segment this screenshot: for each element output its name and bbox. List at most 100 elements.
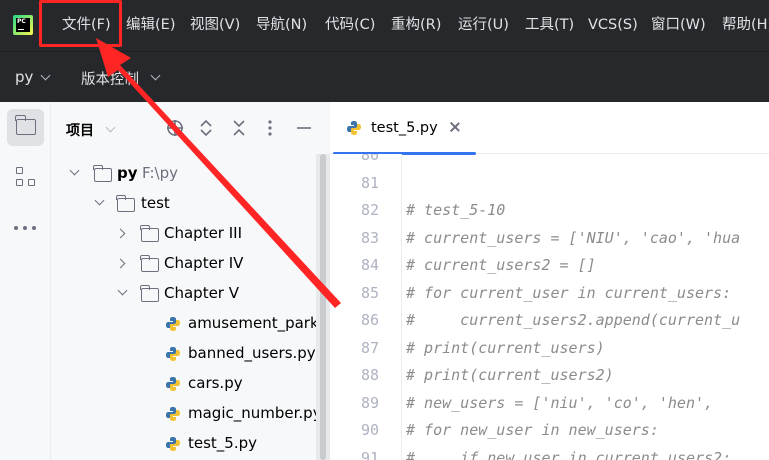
chevron-down-icon[interactable] — [150, 70, 161, 81]
tree-row-folder[interactable]: test — [51, 189, 330, 219]
editor-tab[interactable]: test_5.py — [330, 102, 477, 155]
editor-tab-bar: test_5.py — [330, 102, 769, 155]
menu-navigate[interactable]: 导航(N) — [256, 14, 307, 36]
tree-row-root[interactable]: py F:\py — [51, 159, 330, 189]
chevron-right-icon[interactable] — [115, 228, 126, 239]
tree-row-file[interactable]: cars.py — [51, 369, 330, 399]
line-number: 89 — [360, 394, 379, 412]
pycharm-logo-icon[interactable]: PC — [13, 15, 33, 35]
tree-label: amusement_park.py — [188, 314, 330, 332]
code-line: # for new_user in new_users: — [406, 421, 659, 439]
python-file-icon — [166, 407, 180, 421]
project-tool-button[interactable] — [7, 109, 44, 146]
scrollbar-thumb[interactable] — [320, 154, 326, 460]
tree-row-file[interactable]: test_5.py — [51, 429, 330, 459]
project-bar: py 版本控制 — [0, 51, 769, 102]
more-icon — [14, 226, 18, 230]
collapse-all-icon[interactable] — [230, 119, 248, 137]
chevron-down-icon[interactable] — [40, 70, 51, 81]
close-icon[interactable] — [450, 122, 460, 132]
vcs-widget[interactable]: 版本控制 — [81, 68, 139, 89]
tree-label: test — [141, 194, 170, 212]
line-number-gutter: 80 81 82 83 84 85 86 87 88 89 90 91 — [330, 154, 402, 460]
python-file-icon — [166, 437, 180, 451]
tree-row-file[interactable]: amusement_park.py — [51, 309, 330, 339]
hide-icon[interactable] — [295, 119, 313, 137]
python-file-icon — [166, 347, 180, 361]
line-number: 87 — [360, 339, 379, 357]
chevron-down-icon[interactable] — [105, 122, 116, 133]
menu-tools[interactable]: 工具(T) — [525, 14, 574, 36]
options-icon[interactable] — [261, 119, 279, 137]
tree-label: cars.py — [188, 374, 243, 392]
structure-icon-part — [16, 179, 23, 186]
chevron-down-icon[interactable] — [117, 285, 128, 296]
menu-code[interactable]: 代码(C) — [325, 14, 375, 36]
annotation-highlight-box — [39, 0, 122, 47]
line-number: 81 — [360, 174, 379, 192]
tree-label: test_5.py — [188, 434, 258, 452]
tree-label: py — [117, 164, 138, 182]
menu-view[interactable]: 视图(V) — [190, 14, 240, 36]
more-icon-dot — [32, 226, 36, 230]
tree-path-hint: F:\py — [142, 164, 178, 182]
code-line: # for current_user in current_users: — [406, 284, 732, 302]
tree-row-folder[interactable]: Chapter III — [51, 219, 330, 249]
project-panel: 项目 py F:\py test Chapter III Chapter IV … — [51, 102, 330, 460]
menu-run[interactable]: 运行(U) — [458, 14, 509, 36]
code-line: # current_users2.append(current_u — [406, 311, 741, 329]
structure-icon — [16, 167, 23, 174]
code-line: # current_users2 = [] — [406, 256, 596, 274]
line-number: 80 — [360, 154, 379, 164]
tree-row-file[interactable]: banned_users.py — [51, 339, 330, 369]
menu-help[interactable]: 帮助(H) — [722, 14, 769, 36]
menu-refactor[interactable]: 重构(R) — [391, 14, 441, 36]
ide-window: PC 文件(F) 编辑(E) 视图(V) 导航(N) 代码(C) 重构(R) 运… — [0, 0, 769, 460]
code-line: # new_users = ['niu', 'co', 'hen', — [406, 394, 714, 412]
code-line: # print(current_users) — [406, 339, 605, 357]
line-number: 86 — [360, 311, 379, 329]
folder-icon — [140, 255, 159, 272]
python-file-icon — [347, 121, 361, 135]
chevron-down-icon[interactable] — [69, 165, 80, 176]
tree-row-folder[interactable]: Chapter V — [51, 279, 330, 309]
code-line: # current_users = ['NIU', 'cao', 'hua — [406, 229, 741, 247]
line-number: 91 — [360, 449, 379, 460]
line-number: 90 — [360, 421, 379, 439]
code-editor[interactable]: # test_5-10 # current_users = ['NIU', 'c… — [404, 154, 769, 460]
tree-label: Chapter III — [164, 224, 243, 242]
more-icon-dot — [23, 226, 27, 230]
more-tools-button[interactable] — [7, 209, 44, 246]
tree-label: banned_users.py — [188, 344, 316, 362]
code-line: # test_5-10 — [406, 201, 506, 219]
menu-vcs[interactable]: VCS(S) — [588, 14, 638, 36]
line-number: 85 — [360, 284, 379, 302]
python-file-icon — [166, 377, 180, 391]
structure-tool-button[interactable] — [7, 159, 44, 196]
line-number: 84 — [360, 256, 379, 274]
tree-row-file[interactable]: magic_number.py — [51, 399, 330, 429]
chevron-right-icon[interactable] — [115, 258, 126, 269]
menu-window[interactable]: 窗口(W) — [651, 14, 706, 36]
panel-title[interactable]: 项目 — [66, 120, 94, 140]
project-switcher[interactable]: py — [15, 68, 33, 86]
folder-icon — [140, 285, 159, 302]
chevron-down-icon[interactable] — [94, 195, 105, 206]
menu-edit[interactable]: 编辑(E) — [126, 14, 175, 36]
folder-icon — [116, 195, 135, 212]
tree-label: Chapter V — [164, 284, 239, 302]
panel-scrollbar[interactable] — [316, 154, 330, 460]
tree-row-folder[interactable]: Chapter IV — [51, 249, 330, 279]
editor-area: test_5.py 80 81 82 83 84 85 86 87 88 89 … — [330, 102, 769, 460]
tree-label: magic_number.py — [188, 404, 322, 422]
line-number: 88 — [360, 366, 379, 384]
tool-window-strip — [0, 102, 51, 460]
python-file-icon — [166, 317, 180, 331]
expand-all-icon[interactable] — [197, 119, 215, 137]
folder-icon — [15, 115, 36, 135]
line-number: 83 — [360, 229, 379, 247]
code-line: # print(current_users2) — [406, 366, 614, 384]
tree-label: Chapter IV — [164, 254, 244, 272]
menu-bar: PC 文件(F) 编辑(E) 视图(V) 导航(N) 代码(C) 重构(R) 运… — [0, 0, 769, 51]
locate-icon[interactable] — [166, 119, 184, 137]
